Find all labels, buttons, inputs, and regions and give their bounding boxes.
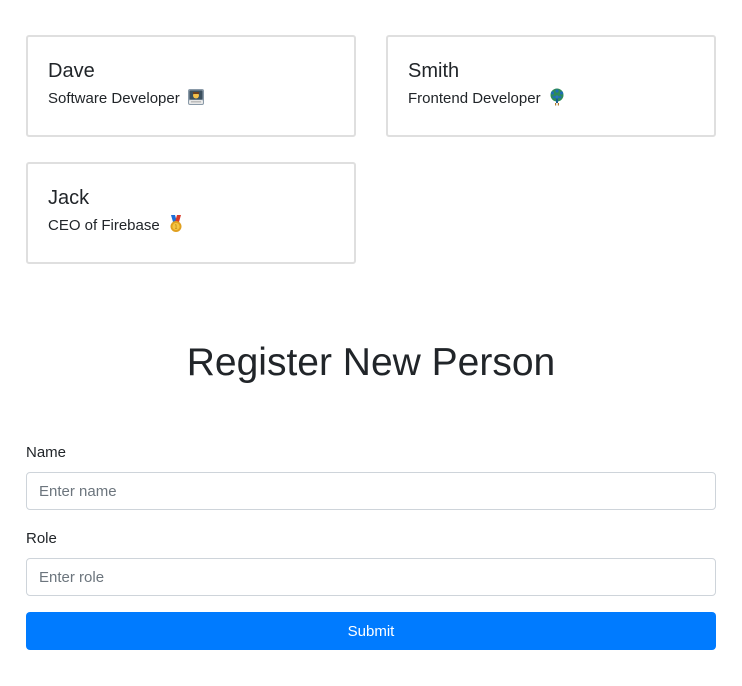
person-role: CEO of Firebase: [48, 217, 160, 234]
technologist-emoji-icon: [187, 89, 204, 105]
page-title: Register New Person: [186, 341, 556, 384]
person-card-dave: Dave Software Developer: [26, 35, 356, 137]
register-person-form: Name Role Submit: [26, 443, 716, 650]
person-name: Dave: [48, 60, 95, 82]
person-role-line: CEO of Firebase 1: [48, 215, 334, 236]
person-role: Software Developer: [48, 90, 180, 107]
role-field-group: Role: [26, 529, 716, 596]
person-role-line: Software Developer: [48, 88, 334, 109]
name-label: Name: [26, 444, 67, 461]
person-name: Smith: [408, 60, 460, 82]
role-input[interactable]: [26, 558, 716, 596]
name-field-group: Name: [26, 443, 716, 510]
person-role-line: Frontend Developer: [408, 88, 694, 109]
submit-button[interactable]: Submit: [26, 612, 716, 650]
peacock-emoji-icon: [550, 88, 564, 106]
person-card-jack: Jack CEO of Firebase 1: [26, 162, 356, 264]
name-input[interactable]: [26, 472, 716, 510]
person-role: Frontend Developer: [408, 90, 541, 107]
svg-text:1: 1: [174, 225, 177, 231]
people-list: Dave Software Developer Smith Frontend D…: [26, 35, 716, 264]
medal-emoji-icon: 1: [170, 215, 182, 232]
role-label: Role: [26, 530, 57, 547]
person-card-smith: Smith Frontend Developer: [386, 35, 716, 137]
person-name: Jack: [48, 187, 90, 209]
page: Dave Software Developer Smith Frontend D…: [0, 0, 742, 686]
